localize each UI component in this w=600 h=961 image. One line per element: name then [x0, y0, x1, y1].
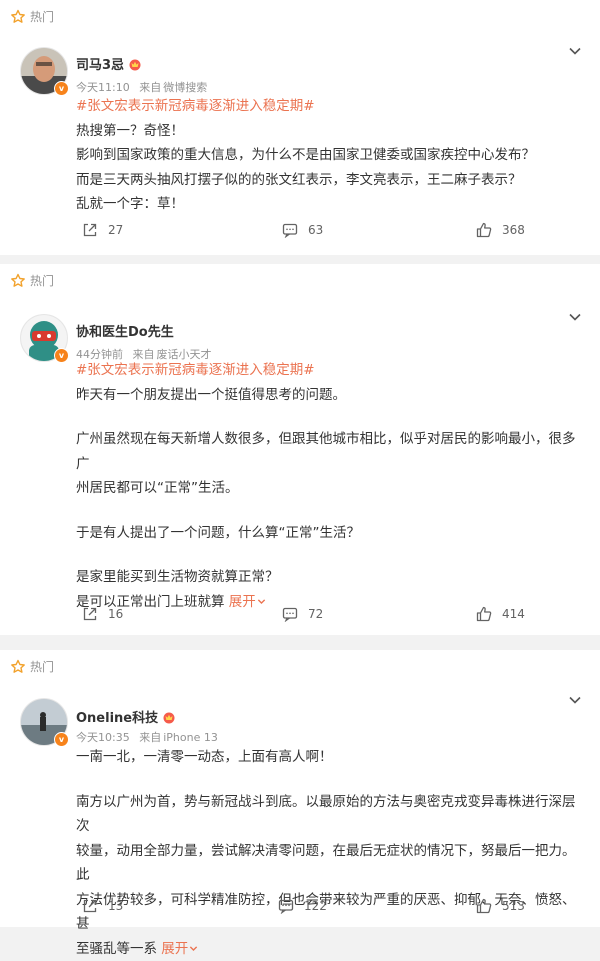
verified-badge-icon: v	[54, 348, 69, 363]
expand-label[interactable]: 展开	[161, 941, 188, 957]
user-name-text[interactable]: Oneline科技	[76, 707, 158, 726]
repost-count: 27	[108, 223, 124, 237]
chevron-down-icon[interactable]	[568, 44, 582, 58]
comment-icon	[282, 607, 298, 622]
like-count: 368	[502, 223, 525, 237]
post-line: 热搜第一？奇怪！	[76, 122, 184, 139]
thumbs-up-icon	[476, 898, 492, 914]
verified-badge-icon: v	[54, 81, 69, 96]
post-time[interactable]: 今天11:10	[76, 81, 130, 94]
thumbs-up-icon	[476, 222, 492, 238]
vip-crown-icon	[129, 59, 141, 70]
like-count: 513	[502, 899, 525, 913]
topic-link[interactable]: #张文宏表示新冠病毒逐渐进入稳定期#	[76, 98, 315, 114]
post-line: 南方以广州为首，势与新冠战斗到底。以最原始的方法与奥密克戎变异毒株进行深层次	[76, 793, 576, 835]
post-source[interactable]: iPhone 13	[163, 731, 218, 744]
action-bar: 16 72 414	[0, 606, 600, 630]
feed-card: 热门 v Oneline科技 今天10:35 来自 iPhone 13 一南一北，…	[0, 650, 600, 957]
post-line: 广州虽然现在每天新增人数很多，但跟其他城市相比，似乎对居民的影响最小，很多广	[76, 431, 576, 472]
post-line: 影响到国家政策的重大信息，为什么不是由国家卫健委或国家疾控中心发布？	[76, 147, 535, 163]
hot-label: 热门	[10, 8, 54, 25]
user-name-text[interactable]: 协和医生Do先生	[76, 321, 174, 340]
hot-label: 热门	[10, 272, 54, 289]
star-icon	[11, 273, 25, 287]
post-line: 一南一北，一清零一动态，上面有高人啊！	[76, 749, 333, 765]
post-body: 一南一北，一清零一动态，上面有高人啊！ 南方以广州为首，势与新冠战斗到底。以最原…	[76, 745, 586, 961]
comment-count: 63	[308, 223, 324, 237]
comment-button[interactable]: 63	[282, 222, 323, 238]
comment-icon	[282, 223, 298, 238]
topic-link[interactable]: #张文宏表示新冠病毒逐渐进入稳定期#	[76, 362, 315, 378]
feed-card: 热门 v 司马3忌 今天11:10 来自 微博搜索 #张文宏表示新冠病毒逐渐进入稳…	[0, 0, 600, 255]
chevron-down-icon	[190, 945, 198, 951]
source-prefix: 来自	[139, 731, 162, 744]
feed-card: 热门 v 协和医生Do先生 44分钟前 来自 废话小天才 #张文宏表示新冠病毒逐渐…	[0, 264, 600, 635]
comment-button[interactable]: 122	[278, 898, 327, 914]
hot-label: 热门	[10, 658, 54, 675]
post-line: 乱就一个字：草！	[76, 196, 184, 212]
post-line: 较量，动用全部力量，尝试解决清零问题，在最后无症状的情况下，努最后一把力。此	[76, 842, 576, 884]
user-name[interactable]: 司马3忌	[76, 54, 142, 73]
like-button[interactable]: 513	[476, 898, 525, 914]
post-line: 是家里能买到生活物资就算正常？	[76, 569, 279, 585]
repost-icon	[83, 607, 97, 621]
repost-button[interactable]: 16	[82, 606, 123, 622]
post-source[interactable]: 微博搜索	[163, 81, 207, 94]
post-time[interactable]: 今天10:35	[76, 731, 130, 744]
source-prefix: 来自	[139, 81, 162, 94]
comment-count: 122	[304, 899, 327, 913]
repost-icon	[83, 899, 97, 913]
user-name[interactable]: Oneline科技	[76, 707, 176, 726]
repost-icon	[83, 223, 97, 237]
like-button[interactable]: 368	[476, 222, 525, 238]
chevron-down-icon	[257, 598, 265, 604]
hot-label-text: 热门	[30, 10, 55, 24]
comment-icon	[278, 899, 294, 914]
post-line: 州居民都可以“正常”生活。	[76, 480, 239, 496]
like-button[interactable]: 414	[476, 606, 525, 622]
chevron-down-icon[interactable]	[568, 310, 582, 324]
comment-count: 72	[308, 607, 324, 621]
star-icon	[11, 659, 25, 673]
repost-button[interactable]: 13	[82, 898, 123, 914]
post-body: #张文宏表示新冠病毒逐渐进入稳定期# 热搜第一？奇怪！ 影响到国家政策的重大信息…	[76, 94, 586, 217]
thumbs-up-icon	[476, 606, 492, 622]
hot-label-text: 热门	[30, 274, 55, 288]
user-name-text[interactable]: 司马3忌	[76, 54, 124, 73]
post-line: 至骚乱等一系	[76, 940, 157, 957]
repost-count: 16	[108, 607, 124, 621]
post-meta: 今天11:10 来自 微博搜索	[76, 79, 213, 95]
chevron-down-icon[interactable]	[568, 693, 582, 707]
user-name[interactable]: 协和医生Do先生	[76, 321, 174, 340]
post-line: 而是三天两头抽风打摆子似的的张文红表示，李文亮表示，王二麻子表示？	[76, 171, 522, 188]
vip-crown-icon	[163, 712, 175, 723]
post-body: #张文宏表示新冠病毒逐渐进入稳定期# 昨天有一个朋友提出一个挺值得思考的问题。 …	[76, 358, 586, 614]
comment-button[interactable]: 72	[282, 606, 323, 622]
repost-button[interactable]: 27	[82, 222, 123, 238]
post-meta: 今天10:35 来自 iPhone 13	[76, 729, 224, 745]
repost-count: 13	[108, 899, 124, 913]
action-bar: 13 122 513	[0, 898, 600, 922]
hot-label-text: 热门	[30, 660, 55, 674]
action-bar: 27 63 368	[0, 222, 600, 246]
post-line: 昨天有一个朋友提出一个挺值得思考的问题。	[76, 386, 346, 403]
like-count: 414	[502, 607, 525, 621]
star-icon	[11, 9, 25, 23]
verified-badge-icon: v	[54, 732, 69, 747]
post-line: 于是有人提出了一个问题，什么算“正常”生活？	[76, 524, 360, 541]
expand-link[interactable]: 展开	[161, 941, 198, 957]
